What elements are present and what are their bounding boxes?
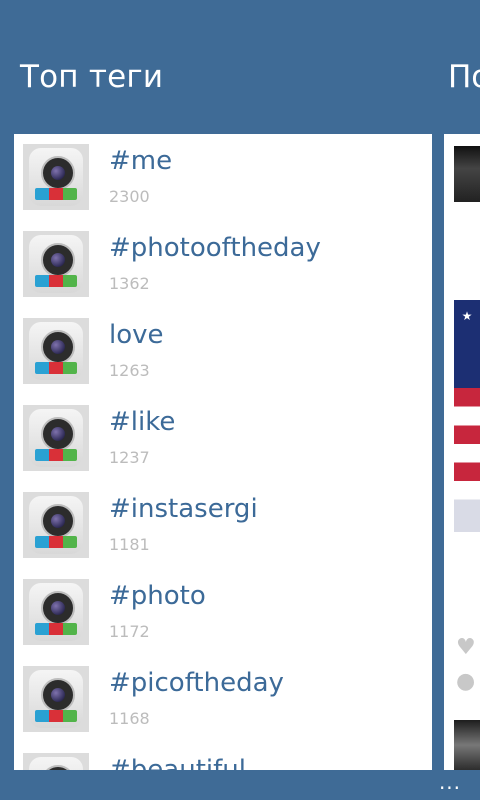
camera-strip-icon <box>35 536 77 548</box>
tag-item[interactable]: #instasergi 1181 <box>14 482 432 569</box>
next-pivot-panel: ★ ♥ ● <box>444 134 480 770</box>
camera-lens-icon <box>51 688 65 702</box>
camera-app-icon <box>23 318 89 384</box>
camera-body-icon <box>29 670 83 728</box>
camera-lens-icon <box>51 514 65 528</box>
camera-app-icon <box>23 753 89 770</box>
camera-app-icon <box>23 405 89 471</box>
tag-item[interactable]: #picoftheday 1168 <box>14 656 432 743</box>
tag-count: 1168 <box>109 709 150 728</box>
tag-item[interactable]: #photooftheday 1362 <box>14 221 432 308</box>
camera-strip-icon <box>35 710 77 722</box>
camera-body-icon <box>29 583 83 641</box>
camera-app-icon <box>23 666 89 732</box>
avatar[interactable] <box>454 146 480 202</box>
tag-name: #instasergi <box>109 494 258 524</box>
camera-strip-icon <box>35 275 77 287</box>
camera-ring-icon <box>41 156 75 190</box>
camera-body-icon <box>29 148 83 206</box>
camera-strip-icon <box>35 623 77 635</box>
page-header: Топ теги По <box>0 0 480 130</box>
pivot-title[interactable]: Топ теги <box>20 56 163 98</box>
heart-icon[interactable]: ♥ <box>456 636 480 660</box>
tag-name: love <box>109 320 164 350</box>
bottom-thumbnail[interactable] <box>454 720 480 770</box>
flag-star-icon: ★ <box>461 309 473 323</box>
tag-count: 1263 <box>109 361 150 380</box>
tag-count: 1362 <box>109 274 150 293</box>
camera-ring-icon <box>41 678 75 712</box>
camera-lens-icon <box>51 601 65 615</box>
camera-lens-icon <box>51 340 65 354</box>
camera-lens-icon <box>51 253 65 267</box>
camera-lens-icon <box>51 166 65 180</box>
tag-name: #like <box>109 407 176 437</box>
tag-name: #photo <box>109 581 206 611</box>
tag-item[interactable]: #beautiful <box>14 743 432 770</box>
pivot-next-title[interactable]: По <box>448 56 480 98</box>
tag-item[interactable]: #photo 1172 <box>14 569 432 656</box>
tag-count: 1172 <box>109 622 150 641</box>
camera-body-icon <box>29 409 83 467</box>
tag-item[interactable]: #me 2300 <box>14 134 432 221</box>
more-button[interactable]: ... <box>430 772 470 796</box>
camera-strip-icon <box>35 362 77 374</box>
tag-name: #beautiful <box>109 755 246 770</box>
camera-body-icon <box>29 322 83 380</box>
camera-body-icon <box>29 235 83 293</box>
camera-ring-icon <box>41 504 75 538</box>
flag-photo[interactable]: ★ <box>454 300 480 532</box>
tag-count: 2300 <box>109 187 150 206</box>
camera-strip-icon <box>35 449 77 461</box>
camera-body-icon <box>29 496 83 554</box>
camera-ring-icon <box>41 417 75 451</box>
camera-strip-icon <box>35 188 77 200</box>
camera-ring-icon <box>41 243 75 277</box>
tag-count: 1237 <box>109 448 150 467</box>
tag-name: #picoftheday <box>109 668 284 698</box>
camera-ring-icon <box>41 330 75 364</box>
camera-lens-icon <box>51 427 65 441</box>
comment-icon[interactable]: ● <box>456 670 480 694</box>
tag-list-panel: #me 2300 #photooftheday 1362 love 1263 #… <box>14 134 432 770</box>
tag-item[interactable]: #like 1237 <box>14 395 432 482</box>
camera-body-icon <box>29 757 83 770</box>
camera-app-icon <box>23 492 89 558</box>
tag-name: #me <box>109 146 173 176</box>
tag-name: #photooftheday <box>109 233 321 263</box>
flag-canton: ★ <box>454 300 480 388</box>
camera-app-icon <box>23 144 89 210</box>
app-bar: ... <box>0 770 480 800</box>
camera-app-icon <box>23 231 89 297</box>
camera-ring-icon <box>41 591 75 625</box>
camera-app-icon <box>23 579 89 645</box>
tag-count: 1181 <box>109 535 150 554</box>
tag-item[interactable]: love 1263 <box>14 308 432 395</box>
